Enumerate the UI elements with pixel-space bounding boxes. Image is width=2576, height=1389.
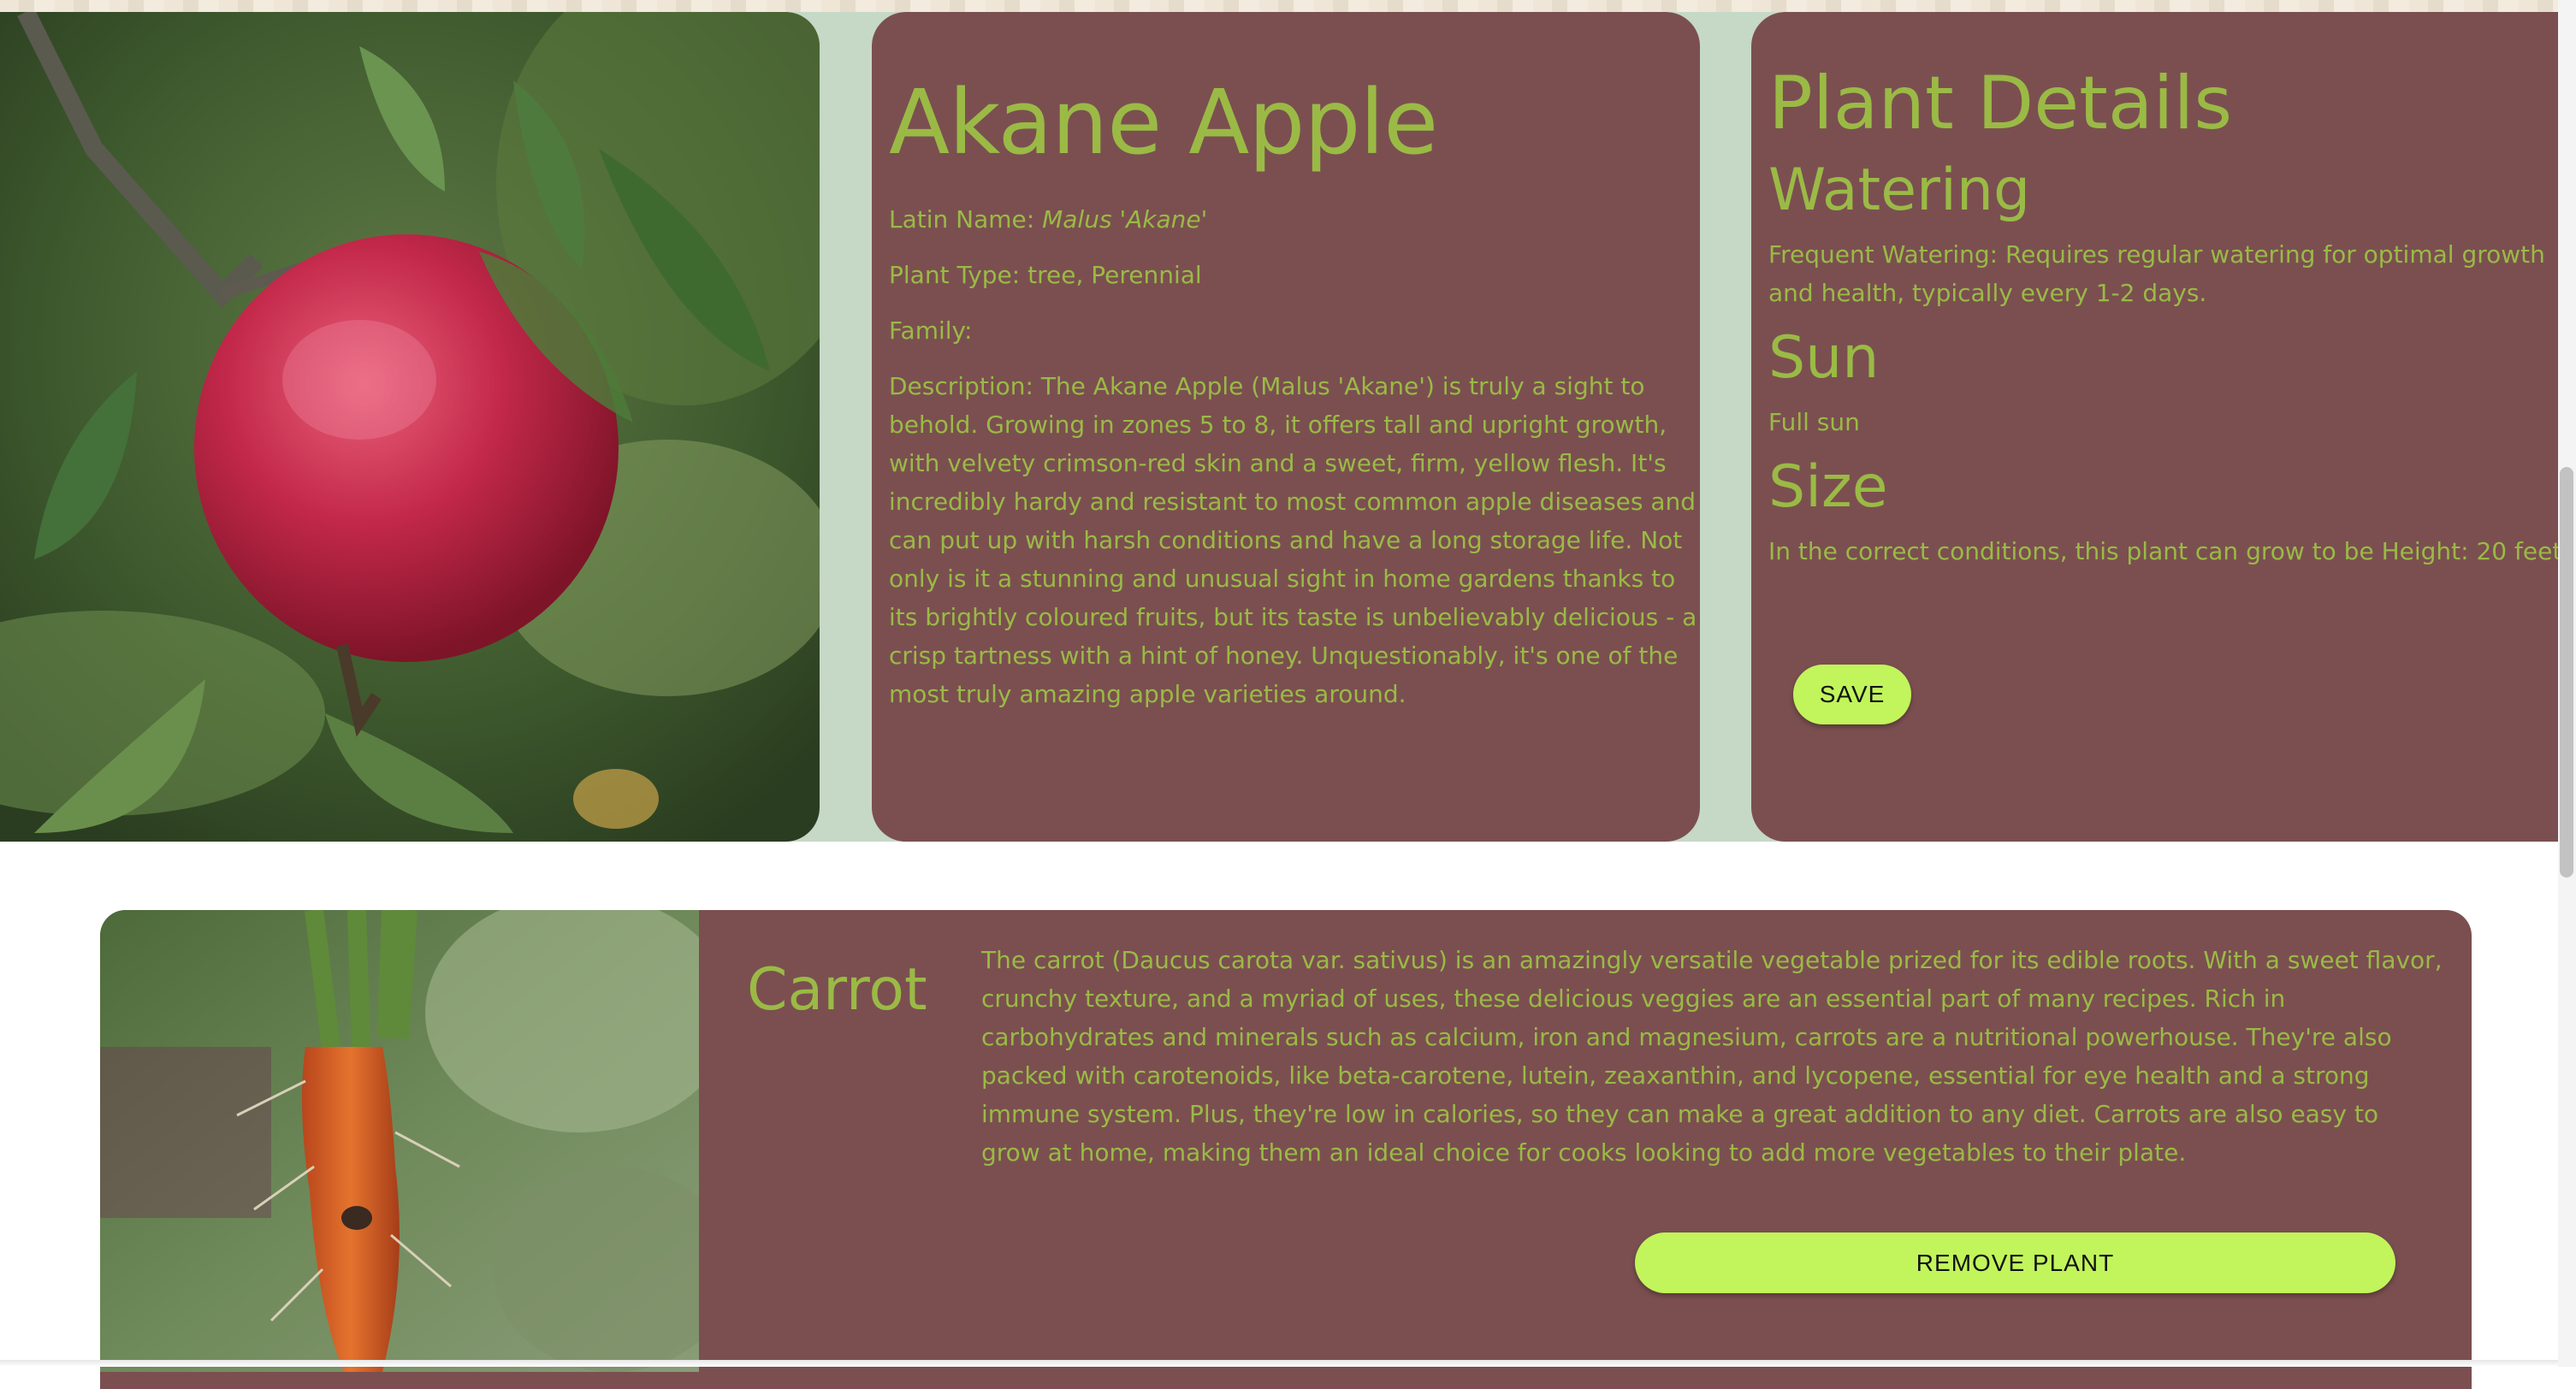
saved-plant-name: Carrot [747, 956, 927, 1024]
apple-image [0, 12, 820, 842]
latin-name-value: Malus 'Akane' [1042, 205, 1208, 234]
family-label: Family: [889, 316, 973, 346]
textured-header-strip [0, 0, 2576, 12]
watering-text: Frequent Watering: Requires regular wate… [1768, 239, 2545, 307]
watering-heading: Watering [1768, 156, 2031, 224]
sun-heading: Sun [1768, 323, 1880, 392]
description-label: Description: [889, 372, 1033, 401]
plant-photo [0, 12, 820, 842]
plant-title: Akane Apple [889, 70, 1438, 174]
remove-plant-button[interactable]: REMOVE PLANT [1635, 1232, 2395, 1293]
saved-plant-photo [100, 910, 699, 1372]
carrot-image [100, 910, 699, 1372]
save-button[interactable]: SAVE [1793, 665, 1911, 724]
details-heading: Plant Details [1768, 61, 2233, 146]
description-field: Description: The Akane Apple (Malus 'Aka… [889, 367, 1697, 713]
plant-type-label: Plant Type: [889, 261, 1021, 290]
page-bottom-edge [0, 1360, 2558, 1367]
plant-type-field: Plant Type: tree, Perennial [889, 256, 1700, 294]
sun-text: Full sun [1768, 407, 1860, 436]
plant-type-value: tree, Perennial [1027, 261, 1202, 290]
family-field: Family: [889, 311, 1700, 350]
size-text: In the correct conditions, this plant ca… [1768, 536, 2562, 565]
scrollbar-thumb[interactable] [2560, 467, 2573, 878]
description-text: The Akane Apple (Malus 'Akane') is truly… [889, 372, 1697, 709]
latin-name-label: Latin Name: [889, 205, 1035, 234]
plant-info-card: Akane Apple Latin Name: Malus 'Akane' Pl… [872, 12, 1700, 842]
latin-name-field: Latin Name: Malus 'Akane' [889, 200, 1700, 239]
size-heading: Size [1768, 452, 1888, 521]
saved-plant-description: The carrot (Daucus carota var. sativus) … [981, 946, 2443, 1167]
